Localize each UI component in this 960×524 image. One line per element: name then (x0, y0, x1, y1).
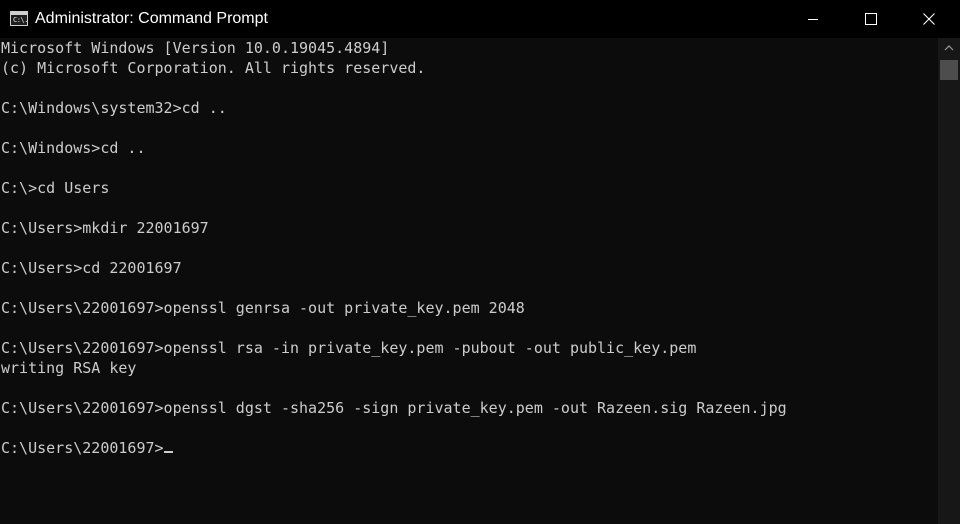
title-bar[interactable]: C:\. Administrator: Command Prompt (0, 0, 960, 38)
close-button[interactable] (900, 0, 958, 38)
console-line: C:\Users>mkdir 22001697 (1, 219, 209, 237)
minimize-button[interactable] (784, 0, 842, 38)
current-prompt: C:\Users\22001697> (1, 439, 164, 457)
cmd-app-icon[interactable]: C:\. (10, 11, 28, 26)
vertical-scrollbar[interactable] (938, 38, 960, 524)
console-line: C:\Windows\system32>cd .. (1, 99, 227, 117)
console-line: C:\Users\22001697>openssl genrsa -out pr… (1, 299, 525, 317)
console-output[interactable]: Microsoft Windows [Version 10.0.19045.48… (0, 38, 938, 524)
console-line: C:\>cd Users (1, 179, 110, 197)
close-icon (923, 13, 935, 25)
console-line: C:\Windows>cd .. (1, 139, 146, 157)
prompt-line[interactable]: C:\Users\22001697> (1, 438, 173, 458)
console-line: C:\Users>cd 22001697 (1, 259, 182, 277)
text-cursor (163, 451, 173, 453)
minimize-icon (808, 19, 818, 20)
console-line: writing RSA key (1, 359, 137, 377)
console-line: (c) Microsoft Corporation. All rights re… (1, 59, 426, 77)
scroll-up-button[interactable] (938, 38, 960, 58)
window-title: Administrator: Command Prompt (35, 10, 268, 27)
console-line: C:\Users\22001697>openssl dgst -sha256 -… (1, 399, 787, 417)
maximize-icon (865, 13, 877, 25)
maximize-button[interactable] (842, 0, 900, 38)
command-prompt-window: C:\. Administrator: Command Prompt Micro… (0, 0, 960, 524)
scrollbar-thumb[interactable] (940, 60, 958, 80)
scroll-up-arrow-icon (944, 45, 954, 51)
console-line: C:\Users\22001697>openssl rsa -in privat… (1, 339, 697, 357)
cmd-icon-glyph: C:\. (13, 16, 28, 24)
console-line: Microsoft Windows [Version 10.0.19045.48… (1, 39, 390, 57)
